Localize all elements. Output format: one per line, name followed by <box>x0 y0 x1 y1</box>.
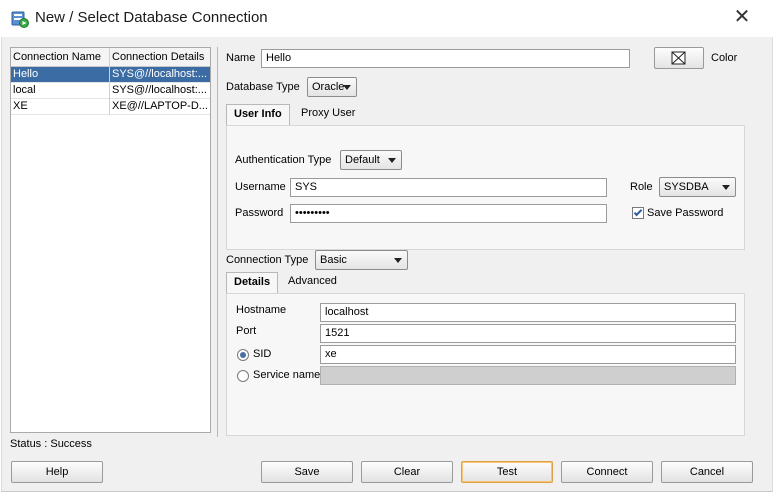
hostname-input[interactable]: localhost <box>320 303 736 322</box>
connection-type-label: Connection Type <box>226 254 309 266</box>
port-input[interactable]: 1521 <box>320 324 736 343</box>
panel-splitter[interactable] <box>217 47 218 437</box>
color-label: Color <box>711 52 738 64</box>
connection-name: Hello <box>13 68 39 80</box>
no-color-icon <box>671 51 686 65</box>
password-input[interactable]: ••••••••• <box>290 204 607 223</box>
column-divider <box>109 48 110 115</box>
name-input[interactable]: Hello <box>261 49 630 68</box>
database-app-icon <box>11 10 29 28</box>
column-header-details[interactable]: Connection Details <box>112 51 204 63</box>
table-row-local[interactable]: local SYS@//localhost:... <box>11 83 210 99</box>
help-button[interactable]: Help <box>11 461 103 483</box>
connection-type-value: Basic <box>320 254 347 266</box>
username-label: Username <box>235 181 286 193</box>
authentication-type-label: Authentication Type <box>235 154 332 166</box>
authentication-type-select[interactable]: Default <box>340 150 402 170</box>
connection-name: local <box>13 84 36 96</box>
port-label: Port <box>236 325 257 337</box>
radio-selected-icon <box>240 352 246 358</box>
password-label: Password <box>235 207 284 219</box>
chevron-down-icon <box>388 158 396 163</box>
connection-details: SYS@//localhost:... <box>112 68 207 80</box>
checkmark-icon <box>633 207 643 217</box>
connection-name: XE <box>13 100 28 112</box>
window-title: New / Select Database Connection <box>35 9 268 26</box>
color-button[interactable] <box>654 47 704 69</box>
authentication-type-value: Default <box>345 154 380 166</box>
connection-details: XE@//LAPTOP-D... <box>112 100 208 112</box>
service-name-radio[interactable] <box>237 370 249 382</box>
tab-proxy-user[interactable]: Proxy User <box>294 104 362 126</box>
connect-button[interactable]: Connect <box>561 461 653 483</box>
role-value: SYSDBA <box>664 181 709 193</box>
tab-user-info[interactable]: User Info <box>226 104 290 126</box>
table-row-xe[interactable]: XE XE@//LAPTOP-D... <box>11 99 210 115</box>
sid-input[interactable]: xe <box>320 345 736 364</box>
chevron-down-icon <box>722 185 730 190</box>
chevron-down-icon <box>343 85 351 90</box>
close-icon[interactable]: ✕ <box>731 6 753 28</box>
role-select[interactable]: SYSDBA <box>659 177 736 197</box>
database-type-value: Oracle <box>312 81 345 93</box>
column-header-name[interactable]: Connection Name <box>13 51 101 63</box>
service-name-label: Service name <box>253 369 321 381</box>
test-button[interactable]: Test <box>461 461 553 483</box>
sid-label: SID <box>253 348 272 360</box>
tab-details[interactable]: Details <box>226 272 279 294</box>
service-name-input <box>320 366 736 385</box>
database-type-select[interactable]: Oracle <box>307 77 357 97</box>
name-label: Name <box>226 52 256 64</box>
tab-advanced[interactable]: Advanced <box>281 272 344 294</box>
chevron-down-icon <box>394 258 402 263</box>
connection-details: SYS@//localhost:... <box>112 84 207 96</box>
status-text: Status : Success <box>10 438 92 450</box>
database-type-label: Database Type <box>226 81 300 93</box>
clear-button[interactable]: Clear <box>361 461 453 483</box>
hostname-label: Hostname <box>236 304 287 316</box>
cancel-button[interactable]: Cancel <box>661 461 753 483</box>
save-button[interactable]: Save <box>261 461 353 483</box>
role-label: Role <box>630 181 653 193</box>
table-row-hello[interactable]: Hello SYS@//localhost:... <box>11 67 210 83</box>
save-password-checkbox[interactable] <box>632 207 644 219</box>
table-header: Connection Name Connection Details <box>11 48 210 67</box>
connection-type-select[interactable]: Basic <box>315 250 408 270</box>
sid-radio[interactable] <box>237 349 249 361</box>
connections-table: Connection Name Connection Details Hello… <box>10 47 211 433</box>
username-input[interactable]: SYS <box>290 178 607 197</box>
save-password-label: Save Password <box>647 207 724 219</box>
